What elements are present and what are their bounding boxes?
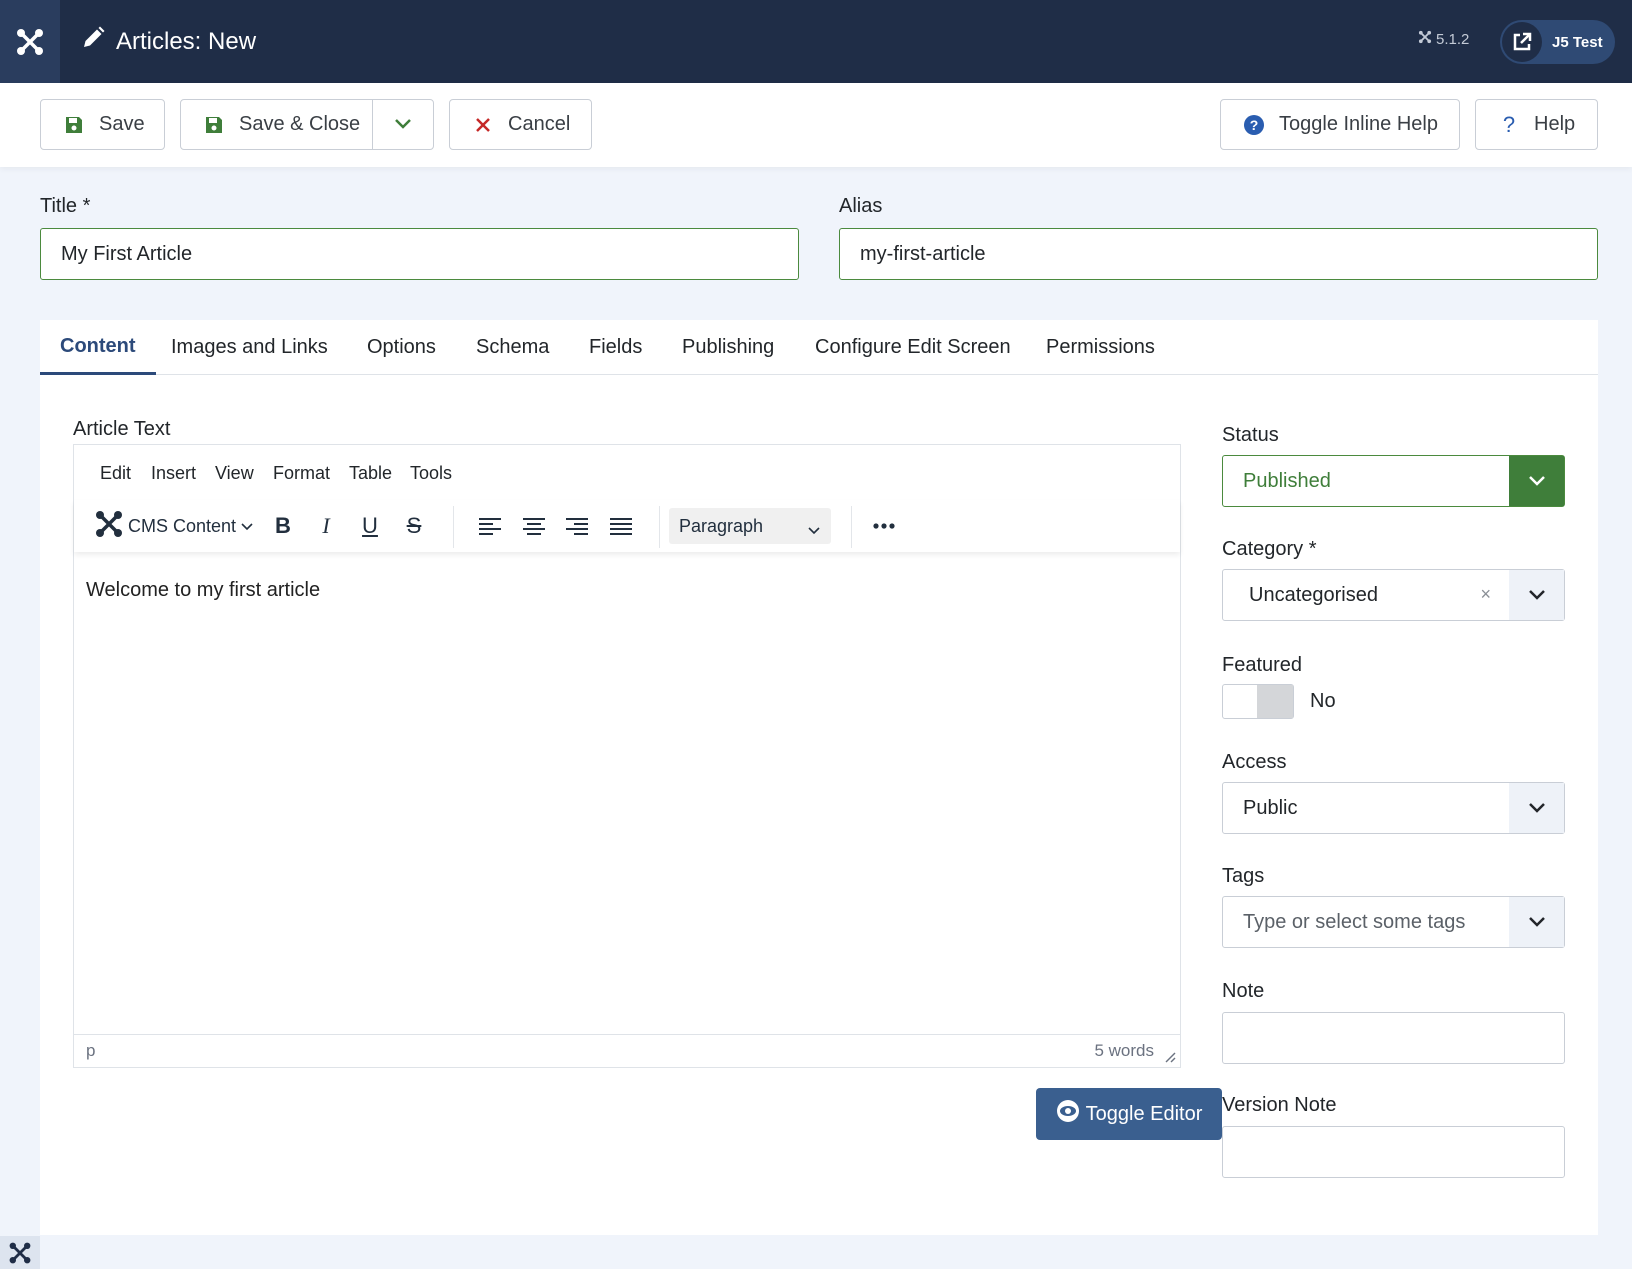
question-circle-icon: ?: [1243, 114, 1265, 136]
menu-tools[interactable]: Tools: [410, 463, 452, 484]
toolbar-separator: [851, 506, 852, 548]
access-label: Access: [1222, 751, 1287, 773]
align-center-icon[interactable]: [522, 512, 546, 540]
block-format-select[interactable]: Paragraph: [669, 508, 831, 544]
eye-icon: [1056, 1099, 1080, 1129]
view-site-button[interactable]: J5 Test: [1500, 20, 1615, 64]
chevron-down-icon: [807, 520, 821, 541]
editor-statusbar: p 5 words: [74, 1034, 1180, 1067]
status-select[interactable]: Published: [1222, 455, 1565, 507]
toolbar-separator: [453, 506, 454, 548]
svg-text:?: ?: [1250, 117, 1259, 133]
version-badge: 5.1.2: [1418, 30, 1469, 48]
joomla-small-icon: [1418, 30, 1432, 48]
external-link-icon: [1502, 22, 1542, 62]
category-label: Category *: [1222, 538, 1317, 560]
tags-label: Tags: [1222, 865, 1265, 887]
editor-toolbar: CMS Content B I U S Paragraph: [74, 500, 1180, 552]
alias-label: Alias: [839, 195, 883, 217]
category-select[interactable]: Uncategorised ×: [1222, 569, 1565, 621]
toolbar-separator: [659, 506, 660, 548]
italic-icon[interactable]: I: [314, 512, 338, 540]
chevron-down-icon: [1509, 783, 1564, 833]
joomla-logo-icon: [94, 509, 124, 544]
chevron-down-icon: [1509, 570, 1564, 620]
cancel-button[interactable]: Cancel: [449, 99, 592, 150]
editor-body-text[interactable]: Welcome to my first article: [86, 579, 320, 602]
featured-toggle[interactable]: [1222, 684, 1294, 719]
page-title-text: Articles: New: [116, 27, 257, 55]
save-options-dropdown[interactable]: [373, 100, 433, 149]
version-text: 5.1.2: [1436, 30, 1470, 48]
note-label: Note: [1222, 980, 1265, 1002]
rich-text-editor: Edit Insert View Format Table Tools CMS …: [73, 444, 1181, 1068]
tags-input[interactable]: Type or select some tags: [1222, 896, 1565, 948]
toolbar: Save Save & Close Cancel ? Toggle Inline…: [0, 83, 1632, 167]
access-select[interactable]: Public: [1222, 782, 1565, 834]
pencil-icon: [80, 25, 106, 58]
close-icon: [472, 114, 494, 136]
tab-fields[interactable]: Fields: [589, 320, 642, 375]
article-text-label: Article Text: [73, 418, 171, 440]
toggle-knob: [1257, 685, 1293, 718]
strikethrough-icon[interactable]: S: [402, 512, 426, 540]
tab-content[interactable]: Content: [40, 320, 156, 375]
chevron-down-icon: [394, 113, 412, 136]
align-right-icon[interactable]: [565, 512, 589, 540]
menu-format[interactable]: Format: [273, 463, 330, 484]
alias-input[interactable]: my-first-article: [839, 228, 1598, 280]
question-icon: ?: [1502, 111, 1516, 137]
chevron-down-icon: [1509, 456, 1564, 506]
tab-permissions[interactable]: Permissions: [1046, 320, 1155, 375]
joomla-logo-icon[interactable]: [0, 1236, 40, 1269]
save-button[interactable]: Save: [40, 99, 165, 150]
element-path[interactable]: p: [86, 1041, 95, 1061]
menu-view[interactable]: View: [215, 463, 254, 484]
chevron-down-icon: [1509, 897, 1564, 947]
note-input[interactable]: [1222, 1012, 1565, 1064]
word-count: 5 words: [1094, 1041, 1154, 1060]
save-icon: [63, 114, 85, 136]
bold-icon[interactable]: B: [271, 512, 295, 540]
clear-icon[interactable]: ×: [1480, 584, 1491, 605]
featured-value: No: [1310, 690, 1336, 712]
content-card: Content Images and Links Options Schema …: [40, 320, 1598, 1235]
more-icon[interactable]: [869, 512, 899, 540]
tab-publishing[interactable]: Publishing: [682, 320, 774, 375]
cms-content-button[interactable]: CMS Content: [94, 510, 254, 540]
header-bar: Articles: New 5.1.2 J5 Test: [0, 0, 1632, 83]
resize-handle-icon[interactable]: [1164, 1048, 1176, 1068]
chevron-down-icon: [240, 516, 254, 537]
title-input[interactable]: My First Article: [40, 228, 799, 280]
menu-table[interactable]: Table: [349, 463, 392, 484]
menu-edit[interactable]: Edit: [100, 463, 131, 484]
align-justify-icon[interactable]: [609, 512, 633, 540]
version-note-label: Version Note: [1222, 1094, 1337, 1116]
help-button[interactable]: ? Help: [1475, 99, 1598, 150]
tab-bar: Content Images and Links Options Schema …: [40, 320, 1598, 375]
editor-menubar: Edit Insert View Format Table Tools: [74, 445, 1180, 500]
save-icon: [203, 114, 225, 136]
align-left-icon[interactable]: [478, 512, 502, 540]
page-title: Articles: New: [80, 0, 256, 83]
status-label: Status: [1222, 424, 1279, 446]
title-label: Title *: [40, 195, 91, 217]
tab-options[interactable]: Options: [367, 320, 436, 375]
tab-configure-edit-screen[interactable]: Configure Edit Screen: [815, 320, 1011, 375]
toggle-inline-help-button[interactable]: ? Toggle Inline Help: [1220, 99, 1460, 150]
version-note-input[interactable]: [1222, 1126, 1565, 1178]
site-name: J5 Test: [1552, 33, 1603, 51]
featured-label: Featured: [1222, 654, 1303, 676]
save-close-button-group: Save & Close: [180, 99, 434, 150]
toggle-editor-button[interactable]: Toggle Editor: [1036, 1088, 1222, 1140]
tab-schema[interactable]: Schema: [476, 320, 549, 375]
tab-images-links[interactable]: Images and Links: [171, 320, 328, 375]
save-close-button[interactable]: Save & Close: [181, 100, 373, 149]
joomla-logo-icon[interactable]: [0, 0, 60, 83]
underline-icon[interactable]: U: [358, 512, 382, 540]
menu-insert[interactable]: Insert: [151, 463, 196, 484]
